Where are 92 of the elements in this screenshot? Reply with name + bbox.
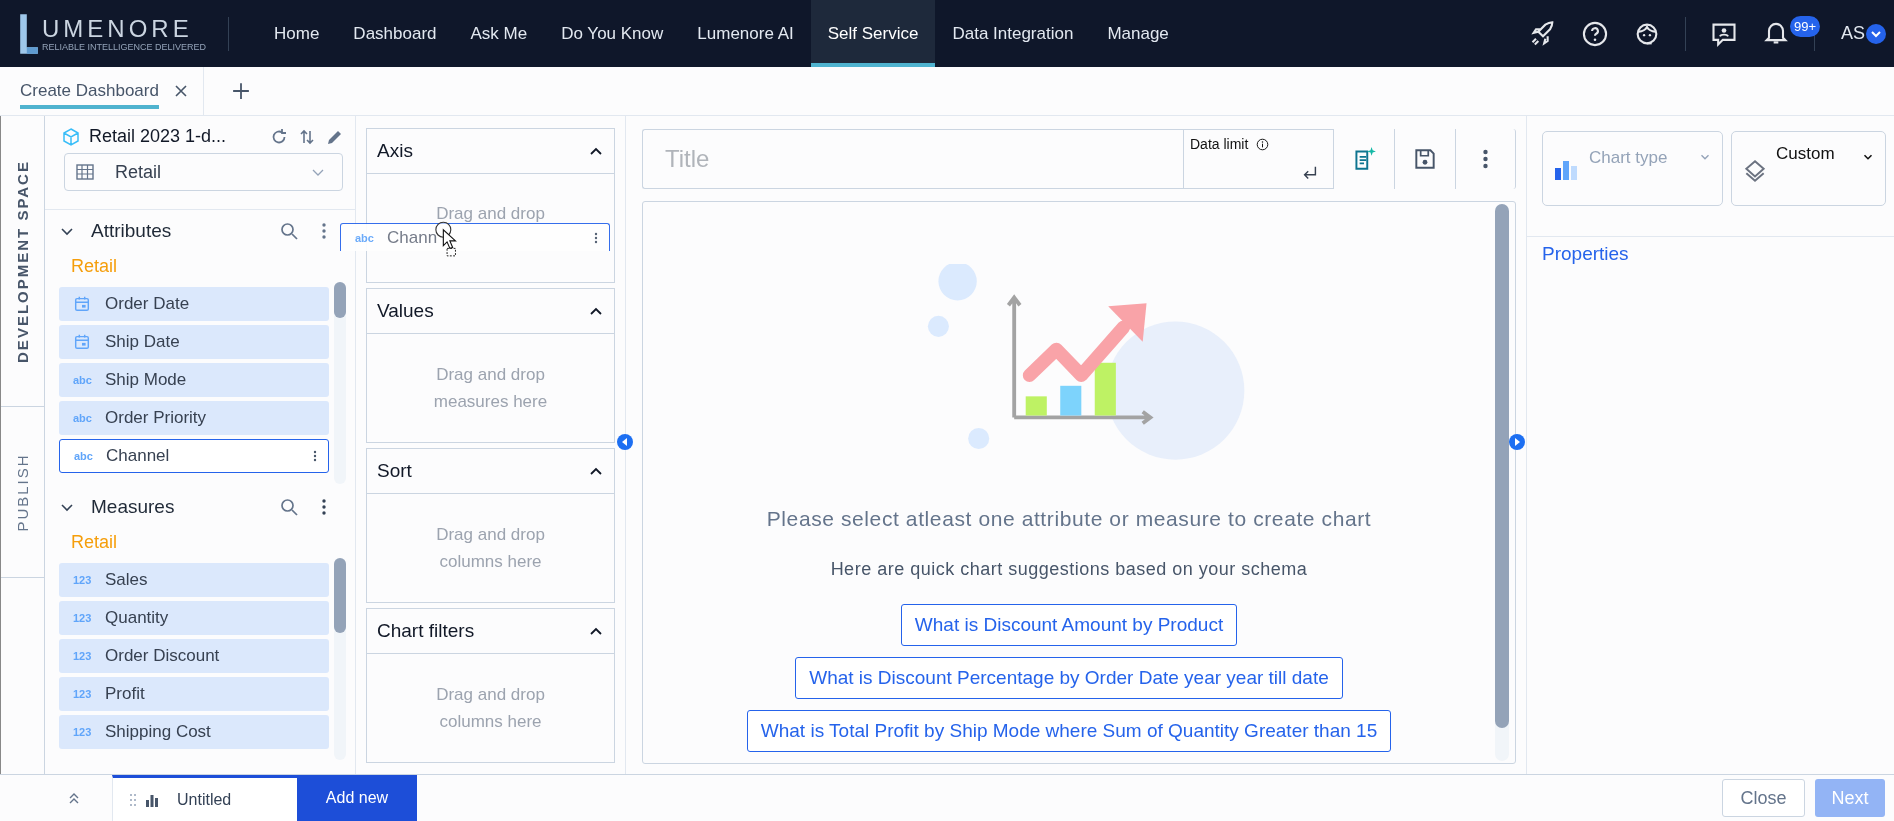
- data-type-label: abc: [73, 412, 91, 424]
- group-label: Retail: [70, 255, 119, 278]
- data-type-label: 123: [73, 574, 91, 586]
- drag-handle-icon: [129, 792, 137, 807]
- chart-bar: [1094, 362, 1116, 416]
- notification-count: 99+: [1790, 15, 1821, 37]
- field-item[interactable]: Order Date: [59, 287, 329, 321]
- suggestions-intro: Here are quick chart suggestions based on your schema: [830, 559, 1308, 580]
- field-item[interactable]: abc Channel: [59, 439, 329, 473]
- document-tab[interactable]: Create Dashboard: [20, 67, 204, 115]
- chart-title-field[interactable]: Title: [642, 129, 1183, 189]
- layers-icon: [1742, 158, 1768, 184]
- field-item[interactable]: 123 Order Discount: [59, 639, 329, 673]
- field-item[interactable]: Ship Date: [59, 325, 329, 359]
- nav-tab[interactable]: Data Integration: [935, 0, 1091, 67]
- bubble: [938, 264, 977, 301]
- collapse-left-icon[interactable]: [617, 434, 633, 450]
- side-tab[interactable]: DEVELOPMENT SPACE: [14, 159, 31, 363]
- nav-tab[interactable]: Ask Me: [453, 0, 545, 67]
- field-item[interactable]: 123 Sales: [59, 563, 329, 597]
- zone-title: Axis: [377, 140, 414, 162]
- field-item[interactable]: 123 Shipping Cost: [59, 715, 329, 749]
- nav-tab[interactable]: Dashboard: [336, 0, 454, 67]
- add-new-button[interactable]: Add new: [297, 775, 417, 821]
- table-select[interactable]: Retail: [64, 153, 343, 191]
- collapse-right-icon[interactable]: [1509, 434, 1525, 450]
- data-type-label: abc: [74, 450, 92, 462]
- scrollbar[interactable]: [1495, 204, 1509, 761]
- side-tab[interactable]: PUBLISH: [14, 452, 31, 532]
- data-type-label: 123: [73, 688, 91, 700]
- logo-mark-icon: [18, 11, 40, 56]
- user-initials[interactable]: AS: [1841, 23, 1865, 44]
- enter-icon[interactable]: [1301, 164, 1319, 182]
- zone-title: Values: [377, 300, 435, 322]
- bubble: [927, 315, 949, 337]
- section-title: Measures: [91, 496, 176, 518]
- data-type-label: abc: [73, 374, 91, 386]
- suggestion-button[interactable]: What is Discount Amount by Product: [900, 604, 1238, 646]
- more-icon[interactable]: [321, 497, 327, 517]
- scrollbar[interactable]: [334, 558, 346, 760]
- calendar-icon: [73, 333, 91, 351]
- nav-tab[interactable]: Self Service: [810, 0, 936, 67]
- field-item[interactable]: 123 Profit: [59, 677, 329, 711]
- group-label: Retail: [70, 531, 119, 554]
- help-icon[interactable]: [1581, 19, 1609, 48]
- zone-title: Sort: [377, 460, 413, 482]
- data-type-label: 123: [73, 650, 91, 662]
- search-icon[interactable]: [279, 221, 299, 241]
- nav-tab[interactable]: Manage: [1090, 0, 1186, 67]
- drop-hint: Drag and drop: [436, 203, 545, 225]
- save-icon: [1412, 146, 1438, 172]
- info-icon[interactable]: [1256, 137, 1270, 151]
- search-icon[interactable]: [279, 497, 299, 517]
- chart-bar: [1025, 396, 1047, 416]
- data-limit-label: Data limit: [1190, 136, 1249, 152]
- field-item[interactable]: abc Order Priority: [59, 401, 329, 435]
- logo-tagline: RELIABLE INTELLIGENCE DELIVERED: [42, 41, 207, 52]
- table-icon: [75, 162, 95, 182]
- nav-tab[interactable]: Lumenore AI: [680, 0, 811, 67]
- chevron-down-icon[interactable]: [1866, 23, 1886, 44]
- logo-name: UMENORE: [42, 15, 194, 42]
- drop-hint: Drag and drop columns here: [435, 684, 546, 733]
- scrollbar[interactable]: [334, 282, 346, 484]
- field-item[interactable]: 123 Quantity: [59, 601, 329, 635]
- cube-icon: [61, 126, 81, 147]
- more-icon: [1482, 148, 1489, 170]
- sheet-tab[interactable]: Untitled: [112, 775, 297, 821]
- bubble: [968, 428, 990, 450]
- close-icon[interactable]: [172, 83, 189, 99]
- close-button[interactable]: Close: [1722, 779, 1805, 817]
- dragged-field[interactable]: abc Chann: [340, 223, 610, 251]
- suggestion-button[interactable]: What is Discount Percentage by Order Date year year till date: [795, 657, 1343, 699]
- section-title: Attributes: [91, 220, 173, 242]
- more-icon[interactable]: [321, 221, 327, 241]
- data-type-label: 123: [73, 612, 91, 624]
- more-icon[interactable]: [312, 448, 318, 464]
- calendar-icon: [73, 295, 91, 313]
- chart-bar: [1060, 385, 1082, 416]
- data-type-label: 123: [73, 726, 91, 738]
- nav-tab[interactable]: Do You Know: [544, 0, 681, 67]
- layout-select[interactable]: Custom: [1731, 131, 1886, 206]
- field-item[interactable]: abc Ship Mode: [59, 363, 329, 397]
- drop-hint: Drag and drop columns here: [435, 524, 546, 573]
- properties-heading[interactable]: Properties: [1527, 237, 1894, 271]
- drop-hint: Drag and drop measures here: [432, 364, 549, 413]
- zone-title: Chart filters: [377, 620, 476, 642]
- data-source-name: Retail 2023 1-d...: [89, 126, 228, 147]
- bar-chart-icon: [145, 792, 159, 807]
- nav-tab[interactable]: Home: [257, 0, 337, 67]
- suggestion-button[interactable]: What is Total Profit by Ship Mode where Sum of Quantity Greater than 15: [746, 710, 1392, 752]
- add-tab-icon[interactable]: [231, 82, 250, 100]
- empty-state-message: Please select atleast one attribute or measure to create chart: [766, 507, 1372, 531]
